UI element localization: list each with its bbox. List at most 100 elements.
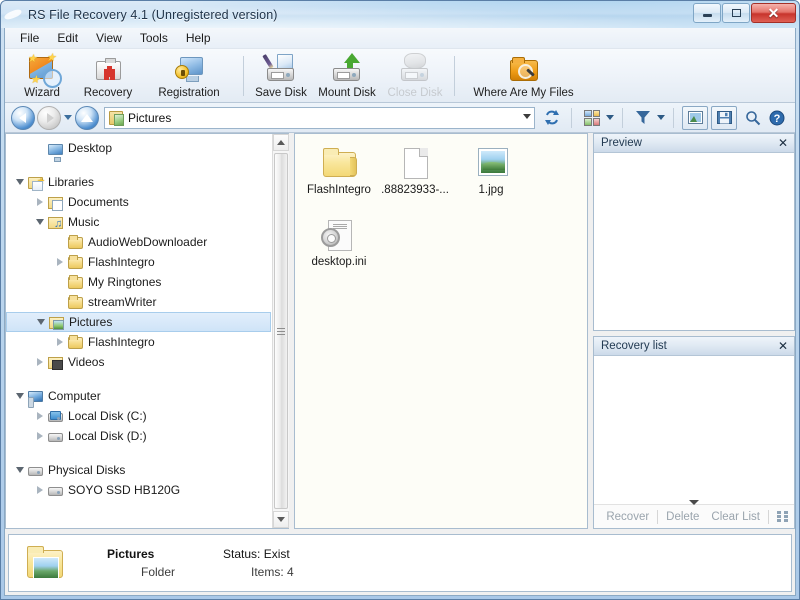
view-mode-caret-icon[interactable] — [606, 115, 614, 120]
title-bar[interactable]: RS File Recovery 4.1 (Unregistered versi… — [1, 1, 799, 28]
file-list-pane[interactable]: FlashIntegro .88823933-... 1.jpg desktop.in… — [294, 133, 588, 529]
tree-item-libraries[interactable]: Libraries — [6, 172, 272, 192]
file-item[interactable]: desktop.ini — [301, 216, 377, 284]
maximize-button[interactable] — [722, 3, 750, 23]
tree-item-desktop[interactable]: Desktop — [6, 138, 272, 162]
delete-button[interactable]: Delete — [660, 511, 705, 523]
tree-item-my-ringtones[interactable]: My Ringtones — [6, 272, 272, 292]
file-item[interactable]: .88823933-... — [377, 144, 453, 212]
tree-item-label: Documents — [68, 195, 129, 209]
twisty-expanded-icon[interactable] — [32, 214, 48, 230]
menu-item-tools[interactable]: Tools — [131, 29, 177, 47]
history-dropdown-icon[interactable] — [64, 115, 72, 120]
collapse-caret-icon[interactable] — [689, 500, 699, 505]
mount-disk-button[interactable]: Mount Disk — [312, 51, 382, 101]
save-disk-button[interactable]: Save Disk — [250, 51, 312, 101]
folder-icon — [68, 295, 83, 309]
tree-item-label: streamWriter — [88, 295, 157, 309]
tree-item-music[interactable]: Music — [6, 212, 272, 232]
close-disk-icon — [399, 52, 431, 86]
music-folder-icon — [48, 217, 63, 230]
menu-item-help[interactable]: Help — [177, 29, 220, 47]
scroll-up-icon — [277, 140, 285, 145]
tree-item-local-disk-d[interactable]: Local Disk (D:) — [6, 426, 272, 446]
tree-scrollbar[interactable] — [272, 134, 289, 528]
recover-button[interactable]: Recover — [600, 511, 655, 523]
twisty-expanded-icon[interactable] — [12, 388, 28, 404]
forward-button[interactable] — [37, 105, 61, 130]
tree-item-documents[interactable]: Documents — [6, 192, 272, 212]
filter-caret-icon[interactable] — [657, 115, 665, 120]
close-button[interactable]: ✕ — [751, 3, 796, 23]
minimize-button[interactable] — [693, 3, 721, 23]
twisty-collapsed-icon[interactable] — [52, 334, 68, 350]
twisty-collapsed-icon[interactable] — [32, 428, 48, 444]
registration-button[interactable]: Registration — [141, 51, 237, 101]
view-mode-button[interactable] — [580, 107, 604, 129]
save-button[interactable] — [711, 105, 737, 130]
clear-list-button[interactable]: Clear List — [705, 511, 766, 523]
recovery-button[interactable]: Recovery — [75, 51, 141, 101]
search-button[interactable] — [741, 107, 765, 129]
refresh-button[interactable] — [541, 107, 563, 129]
tree-item-streamwriter[interactable]: streamWriter — [6, 292, 272, 312]
twisty-collapsed-icon[interactable] — [32, 354, 48, 370]
tree-item-flashintegro[interactable]: FlashIntegro — [6, 252, 272, 272]
twisty-expanded-icon[interactable] — [12, 174, 28, 190]
tree-item-audiowebdownloader[interactable]: AudioWebDownloader — [6, 232, 272, 252]
twisty-expanded-icon[interactable] — [33, 314, 49, 330]
close-icon[interactable]: ✕ — [776, 136, 790, 150]
tree-item-physical-disks[interactable]: Physical Disks — [6, 460, 272, 480]
chevron-down-icon[interactable] — [523, 113, 531, 119]
tree-item-local-disk-c[interactable]: Local Disk (C:) — [6, 406, 272, 426]
tree-item-label: FlashIntegro — [88, 255, 155, 269]
address-input[interactable]: Pictures — [104, 106, 535, 129]
menu-item-view[interactable]: View — [87, 29, 131, 47]
scroll-down-button[interactable] — [273, 511, 289, 528]
folder-tree[interactable]: Desktop Libraries Documents Music AudioWebDo… — [6, 134, 272, 528]
close-disk-button[interactable]: Close Disk — [382, 51, 448, 101]
libraries-icon — [28, 176, 45, 191]
file-item[interactable]: FlashIntegro — [301, 144, 377, 212]
file-item[interactable]: 1.jpg — [453, 144, 529, 212]
recovery-list-actions: Recover Delete Clear List — [594, 500, 794, 528]
wizard-button[interactable]: ★ ★ ★ Wizard — [9, 51, 75, 101]
tree-item-flashintegro[interactable]: FlashIntegro — [6, 332, 272, 352]
tree-scrollbar-track[interactable] — [273, 151, 289, 511]
help-button[interactable]: ? — [765, 107, 789, 129]
tree-item-label: Libraries — [48, 175, 95, 189]
action-separator-1 — [657, 509, 659, 524]
list-view-icon[interactable] — [777, 511, 790, 522]
view-mode-icon — [584, 109, 600, 126]
twisty-expanded-icon[interactable] — [12, 462, 28, 478]
filter-button[interactable] — [631, 107, 655, 129]
recovery-list-body[interactable] — [594, 356, 794, 504]
twisty-collapsed-icon[interactable] — [32, 482, 48, 498]
twisty-collapsed-icon[interactable] — [52, 254, 68, 270]
scroll-up-button[interactable] — [273, 134, 289, 151]
close-icon[interactable]: ✕ — [776, 339, 790, 353]
preview-pane-button[interactable] — [682, 105, 708, 130]
preview-panel-body — [594, 153, 794, 330]
where-are-my-files-button[interactable]: Where Are My Files — [461, 51, 586, 101]
tree-item-pictures[interactable]: Pictures — [6, 312, 271, 332]
tree-item-soyo-ssd-hb120g[interactable]: SOYO SSD HB120G — [6, 480, 272, 500]
tree-item-computer[interactable]: Computer — [6, 386, 272, 408]
menu-item-file[interactable]: File — [11, 29, 48, 47]
status-column-info: Status: Exist Items: 4 — [223, 545, 353, 581]
menu-item-edit[interactable]: Edit — [48, 29, 87, 47]
computer-icon — [28, 391, 43, 408]
folder-icon — [68, 335, 83, 349]
twisty-collapsed-icon[interactable] — [32, 194, 48, 210]
up-button[interactable] — [75, 105, 99, 130]
tree-item-videos[interactable]: Videos — [6, 352, 272, 372]
twisty-collapsed-icon[interactable] — [32, 408, 48, 424]
back-button[interactable] — [11, 105, 35, 130]
pictures-folder-icon — [23, 543, 67, 583]
document-icon — [395, 144, 435, 182]
right-pane: Preview ✕ Recovery list ✕ Recover Delete… — [588, 133, 795, 529]
tree-scrollbar-thumb[interactable] — [274, 153, 288, 509]
